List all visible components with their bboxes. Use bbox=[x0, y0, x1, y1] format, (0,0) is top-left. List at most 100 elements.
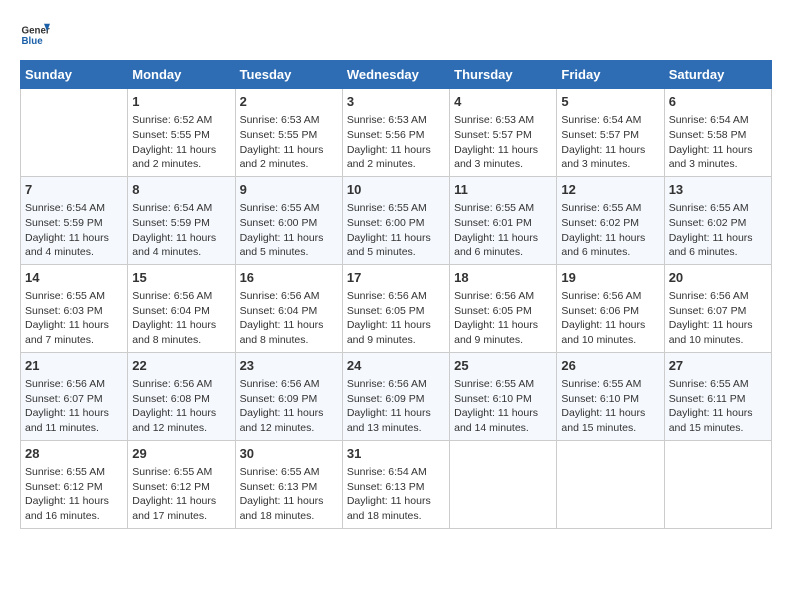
calendar-cell: 8 Sunrise: 6:54 AM Sunset: 5:59 PM Dayli… bbox=[128, 176, 235, 264]
sunrise-text: Sunrise: 6:56 AM bbox=[240, 290, 320, 302]
day-number: 2 bbox=[240, 93, 338, 111]
daylight-text: Daylight: 11 hours and 13 minutes. bbox=[347, 407, 431, 434]
calendar-cell: 21 Sunrise: 6:56 AM Sunset: 6:07 PM Dayl… bbox=[21, 352, 128, 440]
sunrise-text: Sunrise: 6:54 AM bbox=[669, 114, 749, 126]
header-saturday: Saturday bbox=[664, 61, 771, 89]
sunrise-text: Sunrise: 6:52 AM bbox=[132, 114, 212, 126]
calendar-cell bbox=[557, 440, 664, 528]
day-number: 19 bbox=[561, 269, 659, 287]
sunrise-text: Sunrise: 6:56 AM bbox=[240, 378, 320, 390]
day-number: 26 bbox=[561, 357, 659, 375]
calendar-cell: 31 Sunrise: 6:54 AM Sunset: 6:13 PM Dayl… bbox=[342, 440, 449, 528]
sunset-text: Sunset: 6:06 PM bbox=[561, 305, 639, 317]
daylight-text: Daylight: 11 hours and 8 minutes. bbox=[240, 319, 324, 346]
sunset-text: Sunset: 6:10 PM bbox=[561, 393, 639, 405]
sunrise-text: Sunrise: 6:55 AM bbox=[561, 202, 641, 214]
logo-icon: General Blue bbox=[20, 20, 50, 50]
day-number: 4 bbox=[454, 93, 552, 111]
daylight-text: Daylight: 11 hours and 6 minutes. bbox=[454, 232, 538, 259]
header-friday: Friday bbox=[557, 61, 664, 89]
day-number: 20 bbox=[669, 269, 767, 287]
daylight-text: Daylight: 11 hours and 18 minutes. bbox=[240, 495, 324, 522]
sunset-text: Sunset: 5:58 PM bbox=[669, 129, 747, 141]
sunset-text: Sunset: 6:02 PM bbox=[669, 217, 747, 229]
sunset-text: Sunset: 6:07 PM bbox=[669, 305, 747, 317]
day-number: 10 bbox=[347, 181, 445, 199]
header-thursday: Thursday bbox=[450, 61, 557, 89]
daylight-text: Daylight: 11 hours and 12 minutes. bbox=[132, 407, 216, 434]
calendar-table: SundayMondayTuesdayWednesdayThursdayFrid… bbox=[20, 60, 772, 529]
week-row-2: 7 Sunrise: 6:54 AM Sunset: 5:59 PM Dayli… bbox=[21, 176, 772, 264]
daylight-text: Daylight: 11 hours and 10 minutes. bbox=[561, 319, 645, 346]
calendar-cell bbox=[450, 440, 557, 528]
svg-text:Blue: Blue bbox=[22, 36, 44, 47]
header-tuesday: Tuesday bbox=[235, 61, 342, 89]
calendar-cell: 3 Sunrise: 6:53 AM Sunset: 5:56 PM Dayli… bbox=[342, 89, 449, 177]
daylight-text: Daylight: 11 hours and 5 minutes. bbox=[347, 232, 431, 259]
header-wednesday: Wednesday bbox=[342, 61, 449, 89]
sunrise-text: Sunrise: 6:55 AM bbox=[25, 290, 105, 302]
calendar-cell: 4 Sunrise: 6:53 AM Sunset: 5:57 PM Dayli… bbox=[450, 89, 557, 177]
sunrise-text: Sunrise: 6:53 AM bbox=[240, 114, 320, 126]
daylight-text: Daylight: 11 hours and 3 minutes. bbox=[669, 144, 753, 171]
sunrise-text: Sunrise: 6:56 AM bbox=[347, 378, 427, 390]
day-number: 21 bbox=[25, 357, 123, 375]
sunrise-text: Sunrise: 6:56 AM bbox=[132, 290, 212, 302]
sunrise-text: Sunrise: 6:55 AM bbox=[454, 202, 534, 214]
sunrise-text: Sunrise: 6:56 AM bbox=[454, 290, 534, 302]
calendar-cell: 6 Sunrise: 6:54 AM Sunset: 5:58 PM Dayli… bbox=[664, 89, 771, 177]
day-number: 1 bbox=[132, 93, 230, 111]
daylight-text: Daylight: 11 hours and 8 minutes. bbox=[132, 319, 216, 346]
daylight-text: Daylight: 11 hours and 4 minutes. bbox=[25, 232, 109, 259]
sunrise-text: Sunrise: 6:56 AM bbox=[25, 378, 105, 390]
sunset-text: Sunset: 5:55 PM bbox=[132, 129, 210, 141]
sunset-text: Sunset: 6:07 PM bbox=[25, 393, 103, 405]
sunrise-text: Sunrise: 6:56 AM bbox=[561, 290, 641, 302]
calendar-cell: 26 Sunrise: 6:55 AM Sunset: 6:10 PM Dayl… bbox=[557, 352, 664, 440]
daylight-text: Daylight: 11 hours and 3 minutes. bbox=[454, 144, 538, 171]
calendar-cell: 11 Sunrise: 6:55 AM Sunset: 6:01 PM Dayl… bbox=[450, 176, 557, 264]
sunrise-text: Sunrise: 6:54 AM bbox=[132, 202, 212, 214]
calendar-cell: 7 Sunrise: 6:54 AM Sunset: 5:59 PM Dayli… bbox=[21, 176, 128, 264]
day-number: 30 bbox=[240, 445, 338, 463]
calendar-cell: 20 Sunrise: 6:56 AM Sunset: 6:07 PM Dayl… bbox=[664, 264, 771, 352]
day-number: 24 bbox=[347, 357, 445, 375]
day-number: 8 bbox=[132, 181, 230, 199]
daylight-text: Daylight: 11 hours and 9 minutes. bbox=[454, 319, 538, 346]
daylight-text: Daylight: 11 hours and 5 minutes. bbox=[240, 232, 324, 259]
daylight-text: Daylight: 11 hours and 9 minutes. bbox=[347, 319, 431, 346]
calendar-cell: 16 Sunrise: 6:56 AM Sunset: 6:04 PM Dayl… bbox=[235, 264, 342, 352]
day-number: 16 bbox=[240, 269, 338, 287]
week-row-3: 14 Sunrise: 6:55 AM Sunset: 6:03 PM Dayl… bbox=[21, 264, 772, 352]
calendar-cell: 2 Sunrise: 6:53 AM Sunset: 5:55 PM Dayli… bbox=[235, 89, 342, 177]
daylight-text: Daylight: 11 hours and 17 minutes. bbox=[132, 495, 216, 522]
sunrise-text: Sunrise: 6:55 AM bbox=[240, 466, 320, 478]
day-number: 9 bbox=[240, 181, 338, 199]
sunrise-text: Sunrise: 6:53 AM bbox=[347, 114, 427, 126]
sunset-text: Sunset: 6:13 PM bbox=[347, 481, 425, 493]
sunrise-text: Sunrise: 6:54 AM bbox=[561, 114, 641, 126]
calendar-cell: 22 Sunrise: 6:56 AM Sunset: 6:08 PM Dayl… bbox=[128, 352, 235, 440]
week-row-5: 28 Sunrise: 6:55 AM Sunset: 6:12 PM Dayl… bbox=[21, 440, 772, 528]
day-number: 7 bbox=[25, 181, 123, 199]
day-number: 15 bbox=[132, 269, 230, 287]
sunset-text: Sunset: 5:57 PM bbox=[561, 129, 639, 141]
calendar-cell: 23 Sunrise: 6:56 AM Sunset: 6:09 PM Dayl… bbox=[235, 352, 342, 440]
sunrise-text: Sunrise: 6:55 AM bbox=[132, 466, 212, 478]
day-number: 13 bbox=[669, 181, 767, 199]
daylight-text: Daylight: 11 hours and 15 minutes. bbox=[669, 407, 753, 434]
day-number: 25 bbox=[454, 357, 552, 375]
day-number: 29 bbox=[132, 445, 230, 463]
page-header: General Blue bbox=[20, 20, 772, 50]
week-row-4: 21 Sunrise: 6:56 AM Sunset: 6:07 PM Dayl… bbox=[21, 352, 772, 440]
header-row: SundayMondayTuesdayWednesdayThursdayFrid… bbox=[21, 61, 772, 89]
day-number: 14 bbox=[25, 269, 123, 287]
sunrise-text: Sunrise: 6:54 AM bbox=[25, 202, 105, 214]
calendar-cell: 30 Sunrise: 6:55 AM Sunset: 6:13 PM Dayl… bbox=[235, 440, 342, 528]
sunrise-text: Sunrise: 6:55 AM bbox=[240, 202, 320, 214]
daylight-text: Daylight: 11 hours and 6 minutes. bbox=[561, 232, 645, 259]
logo: General Blue bbox=[20, 20, 50, 50]
calendar-cell: 12 Sunrise: 6:55 AM Sunset: 6:02 PM Dayl… bbox=[557, 176, 664, 264]
sunrise-text: Sunrise: 6:56 AM bbox=[132, 378, 212, 390]
calendar-cell: 1 Sunrise: 6:52 AM Sunset: 5:55 PM Dayli… bbox=[128, 89, 235, 177]
